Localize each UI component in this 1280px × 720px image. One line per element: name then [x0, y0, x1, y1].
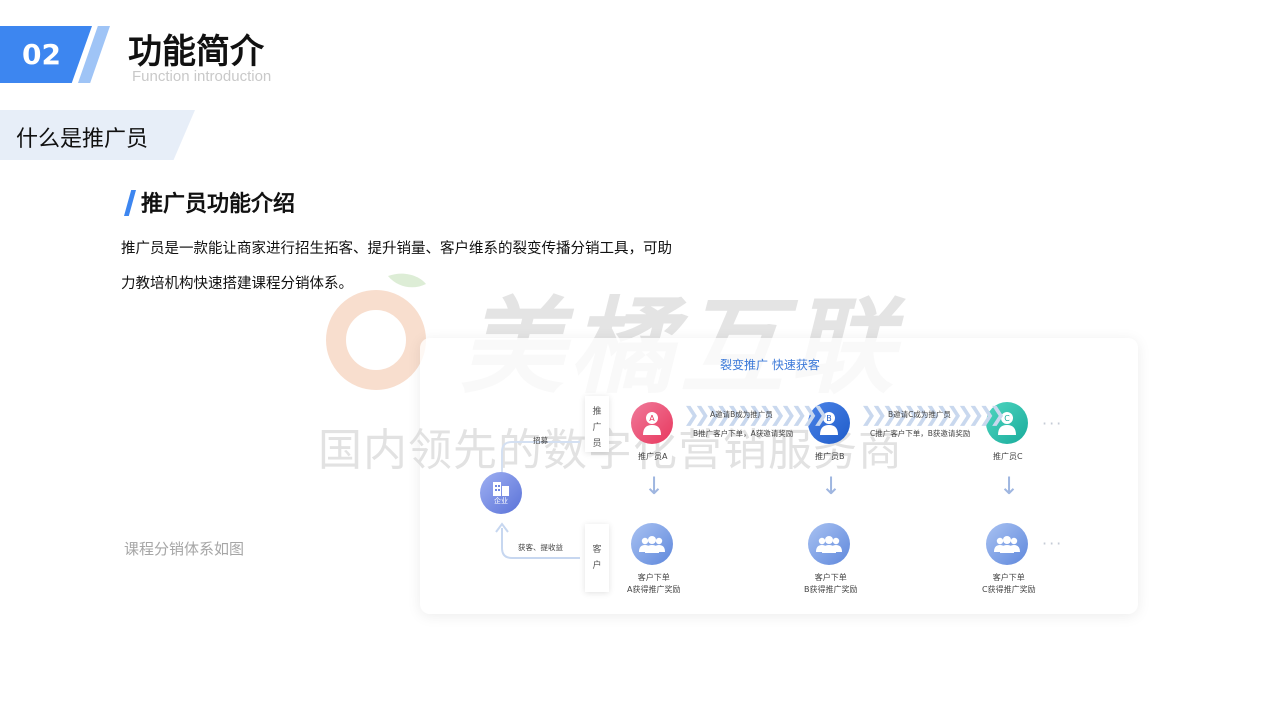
customer-row-label: 客户 [585, 524, 609, 592]
heading-slash-icon [124, 190, 136, 216]
promoter-b-letter: B [826, 414, 832, 423]
customer-a-order: 客户下单 [637, 573, 670, 582]
promoter-row-label-text: 推广员 [592, 407, 602, 449]
arrow-down-b-icon: ↓ [821, 472, 842, 500]
customer-c-reward: C获得推广奖励 [982, 585, 1036, 594]
promoter-a-label: 推广员A [638, 452, 668, 461]
customer-more-icon: ··· [1042, 534, 1064, 553]
customer-b-reward: B获得推广奖励 [804, 585, 858, 594]
customer-b-label: 客户下单 B获得推广奖励 [804, 572, 858, 596]
diagram-caption: 课程分销体系如图 [124, 540, 245, 558]
link-bc-bottom: C推广客户下单，B获邀请奖励 [870, 429, 971, 438]
customer-b-node [808, 523, 850, 565]
diagram-title: 裂变推广 快速获客 [720, 358, 820, 372]
customers-group-icon [639, 536, 665, 553]
promoter-b-label: 推广员B [815, 452, 845, 461]
building-icon [493, 482, 509, 496]
arrow-down-a-icon: ↓ [644, 472, 665, 500]
page-title: 功能简介 [128, 32, 264, 72]
customer-b-order: 客户下单 [814, 573, 847, 582]
section-number: 02 [22, 38, 61, 71]
promoter-a-letter: A [649, 414, 655, 423]
promoter-more-icon: ··· [1042, 414, 1064, 433]
customer-c-label: 客户下单 C获得推广奖励 [982, 572, 1036, 596]
link-ab-bottom: B推广客户下单，A获邀请奖励 [693, 429, 794, 438]
customers-group-icon [994, 536, 1020, 553]
customer-c-node [986, 523, 1028, 565]
promoter-c-label: 推广员C [993, 452, 1023, 461]
recruit-label: 招募 [533, 436, 548, 445]
sub-heading: 推广员功能介绍 [141, 192, 296, 217]
arrow-down-c-icon: ↓ [999, 472, 1020, 500]
link-bc-top: B邀请C成为推广员 [888, 410, 951, 419]
acquire-label: 获客、提收益 [518, 543, 563, 552]
page-subtitle: Function introduction [132, 68, 272, 85]
customer-a-reward: A获得推广奖励 [627, 585, 681, 594]
customer-c-order: 客户下单 [992, 573, 1025, 582]
promoter-row-label: 推广员 [585, 396, 609, 452]
enterprise-node: 企业 [480, 472, 522, 514]
link-ab-top: A邀请B成为推广员 [710, 410, 773, 419]
enterprise-label: 企业 [494, 497, 508, 505]
section-tab-label: 什么是推广员 [16, 127, 149, 152]
promoter-a-node: A [631, 402, 673, 444]
customer-a-node [631, 523, 673, 565]
customer-a-label: 客户下单 A获得推广奖励 [627, 572, 680, 596]
customers-group-icon [816, 536, 842, 553]
customer-row-label-text: 客户 [592, 545, 602, 571]
promoter-c-letter: C [1004, 414, 1010, 423]
promoter-avatar-icon: A [643, 412, 661, 435]
